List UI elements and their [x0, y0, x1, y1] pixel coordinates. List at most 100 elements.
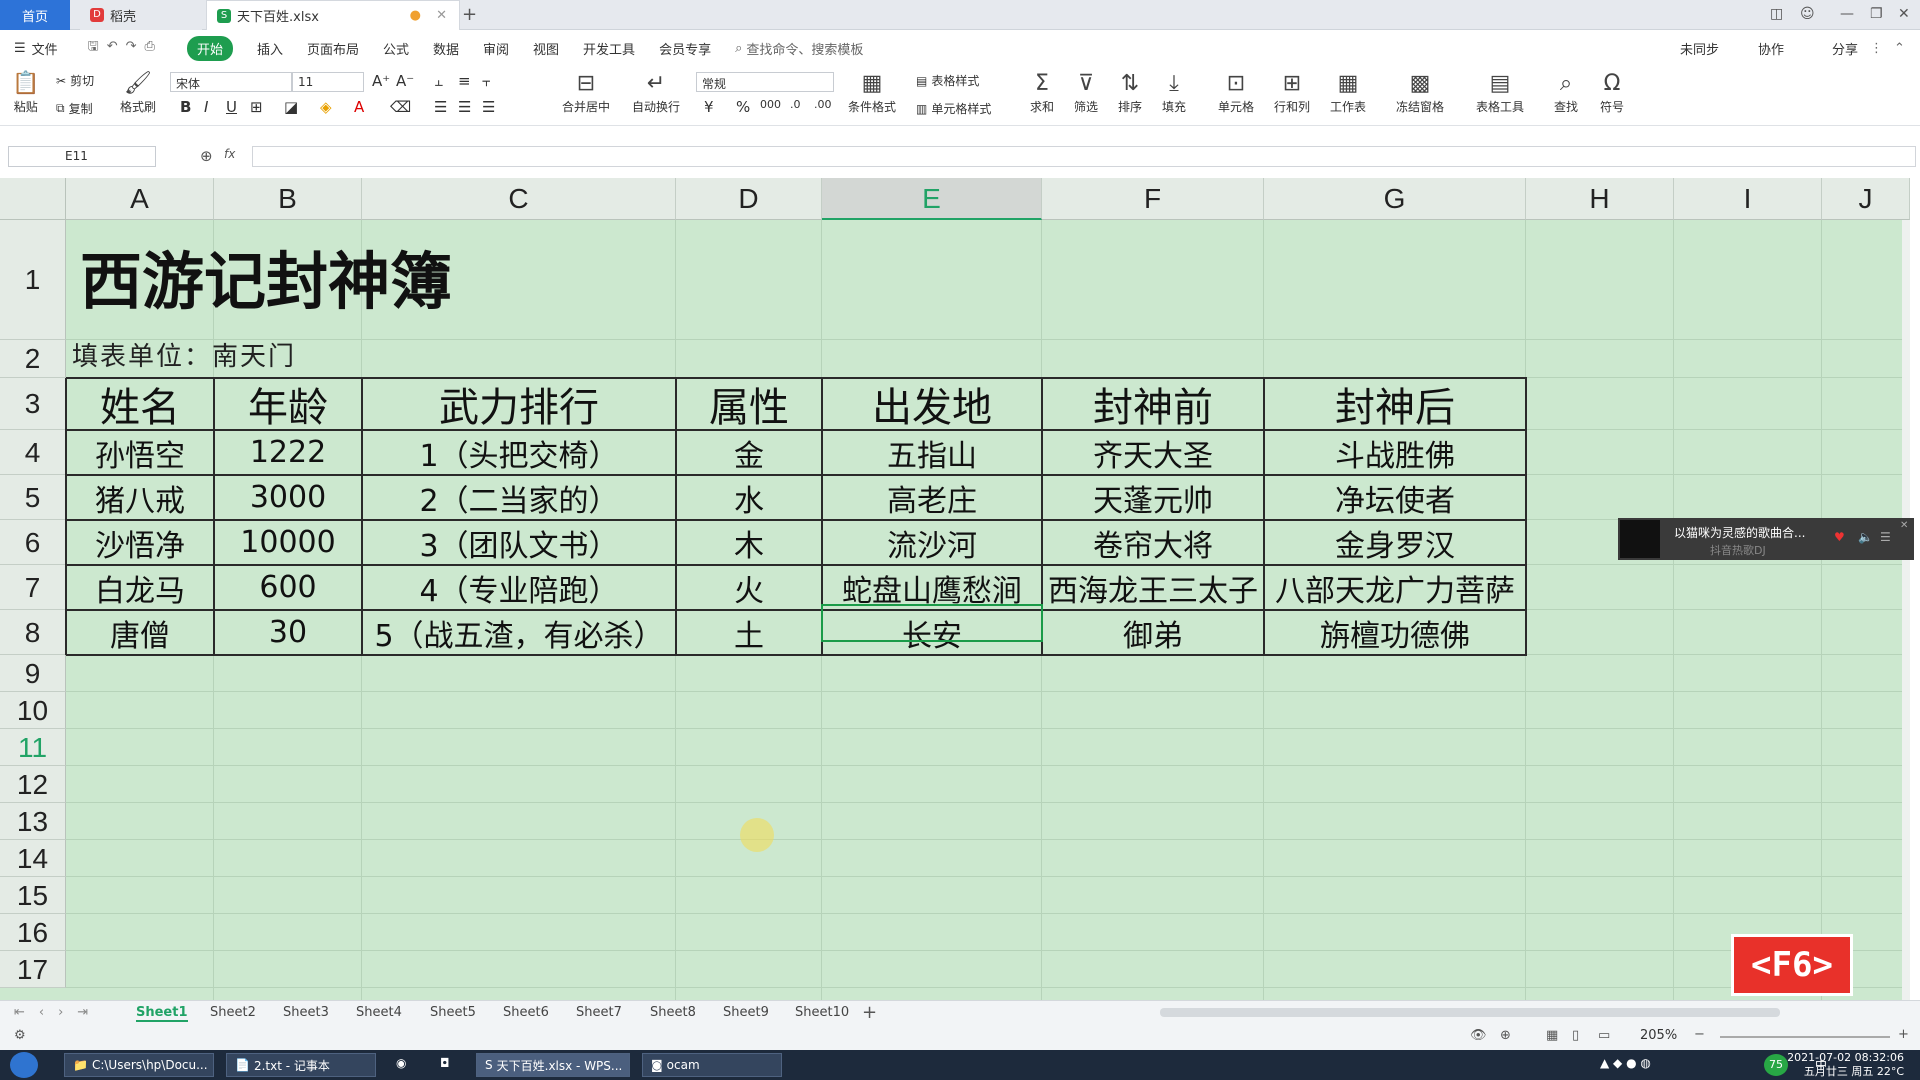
format-painter-button[interactable]: 🖌 格式刷: [120, 70, 156, 115]
thousands-icon[interactable]: 000: [760, 98, 781, 111]
menu-review[interactable]: 审阅: [483, 39, 509, 58]
cell-D5[interactable]: 水: [676, 475, 822, 520]
sort-button[interactable]: ⇅ 排序: [1118, 70, 1142, 115]
close-tab-icon[interactable]: ✕: [436, 8, 447, 23]
cell-D4[interactable]: 金: [676, 430, 822, 475]
cell-D7[interactable]: 火: [676, 565, 822, 610]
zoom-slider[interactable]: [1720, 1036, 1890, 1038]
menu-data[interactable]: 数据: [433, 39, 459, 58]
percent-icon[interactable]: %: [736, 98, 750, 116]
conditional-format-button[interactable]: ▦ 条件格式: [848, 70, 896, 115]
name-box[interactable]: E11: [8, 146, 156, 167]
taskbar-wps[interactable]: S 天下百姓.xlsx - WPS...: [476, 1053, 630, 1077]
cell-F4[interactable]: 齐天大圣: [1042, 430, 1264, 475]
wrap-text-button[interactable]: ↵ 自动换行: [632, 70, 680, 115]
column-header-F[interactable]: F: [1042, 178, 1264, 220]
sheet-tab-sheet3[interactable]: Sheet3: [283, 1005, 329, 1020]
fill-unit-label[interactable]: 填表单位：南天门: [72, 338, 296, 376]
currency-icon[interactable]: ¥: [704, 98, 714, 116]
row-header-8[interactable]: 8: [0, 610, 66, 655]
macro-icon[interactable]: ⚙: [14, 1028, 26, 1043]
share-button[interactable]: 分享: [1832, 39, 1858, 58]
book-view-icon[interactable]: ▭: [1598, 1028, 1610, 1043]
clear-icon[interactable]: ⌫: [390, 98, 411, 116]
menu-file[interactable]: 文件: [32, 39, 58, 58]
row-header-1[interactable]: 1: [0, 220, 66, 340]
cell-C5[interactable]: 2（二当家的）: [362, 475, 676, 520]
border-icon[interactable]: ⊞: [250, 98, 263, 116]
cell-A7[interactable]: 白龙马: [66, 565, 214, 610]
avatar[interactable]: ☺: [1800, 6, 1815, 22]
cell-B4[interactable]: 1222: [214, 430, 362, 475]
zoom-in-icon[interactable]: +: [1898, 1027, 1909, 1042]
column-header-C[interactable]: C: [362, 178, 676, 220]
row-header-16[interactable]: 16: [0, 914, 66, 951]
start-button[interactable]: [10, 1052, 38, 1078]
column-header-E[interactable]: E: [822, 178, 1042, 220]
cell-F3[interactable]: 封神前: [1042, 378, 1264, 431]
new-tab-button[interactable]: +: [462, 4, 477, 25]
cell-D6[interactable]: 木: [676, 520, 822, 565]
taskbar-explorer[interactable]: 📁 C:\Users\hp\Docu...: [64, 1053, 214, 1077]
cell-G4[interactable]: 斗战胜佛: [1264, 430, 1526, 475]
cell-C4[interactable]: 1（头把交椅）: [362, 430, 676, 475]
collab-button[interactable]: 协作: [1758, 39, 1784, 58]
menu-formula[interactable]: 公式: [383, 39, 409, 58]
grow-font-icon[interactable]: A⁺: [372, 72, 390, 90]
eye-protect-icon[interactable]: 👁: [1470, 1028, 1487, 1043]
command-search[interactable]: 查找命令、搜索模板: [746, 39, 863, 58]
cell-A3[interactable]: 姓名: [66, 378, 214, 431]
cut-button[interactable]: ✂ 剪切: [56, 72, 94, 89]
taskbar-notepad[interactable]: 📄 2.txt - 记事本: [226, 1053, 376, 1077]
row-header-7[interactable]: 7: [0, 565, 66, 610]
sheet-tab-sheet4[interactable]: Sheet4: [356, 1005, 402, 1020]
merge-center-button[interactable]: ⊟ 合并居中: [562, 70, 610, 115]
bold-icon[interactable]: B: [180, 98, 191, 116]
row-header-6[interactable]: 6: [0, 520, 66, 565]
menu-icon[interactable]: ☰: [14, 41, 26, 56]
cell-C3[interactable]: 武力排行: [362, 378, 676, 431]
cell-D8[interactable]: 土: [676, 610, 822, 655]
font-color-icon[interactable]: A: [354, 98, 364, 116]
cell-B3[interactable]: 年龄: [214, 378, 362, 431]
row-col-button[interactable]: ⊞ 行和列: [1274, 70, 1310, 115]
restore-icon[interactable]: ❐: [1870, 6, 1883, 22]
column-header-D[interactable]: D: [676, 178, 822, 220]
sum-button[interactable]: Σ 求和: [1030, 70, 1054, 115]
cell-F5[interactable]: 天蓬元帅: [1042, 475, 1264, 520]
font-size-select[interactable]: 11: [292, 72, 364, 92]
table-style-button[interactable]: ▤ 表格样式: [916, 72, 979, 89]
tab-file[interactable]: S 天下百姓.xlsx ✕ ●: [206, 0, 460, 30]
vertical-scrollbar[interactable]: [1902, 220, 1910, 1000]
more-icon[interactable]: ⋮: [1870, 41, 1883, 56]
filter-button[interactable]: ⊽ 筛选: [1074, 70, 1098, 115]
menu-developer[interactable]: 开发工具: [583, 39, 635, 58]
row-header-2[interactable]: 2: [0, 340, 66, 378]
close-popup-icon[interactable]: ✕: [1900, 520, 1908, 531]
sheet-tab-sheet2[interactable]: Sheet2: [210, 1005, 256, 1020]
sheet-title[interactable]: 西游记封神簿: [80, 222, 452, 342]
row-header-3[interactable]: 3: [0, 378, 66, 430]
italic-icon[interactable]: I: [204, 98, 208, 116]
shrink-font-icon[interactable]: A⁻: [396, 72, 414, 90]
row-header-9[interactable]: 9: [0, 655, 66, 692]
menu-member[interactable]: 会员专享: [659, 39, 711, 58]
menu-page-layout[interactable]: 页面布局: [307, 39, 359, 58]
app-icon[interactable]: ◘: [440, 1056, 450, 1070]
cell-G5[interactable]: 净坛使者: [1264, 475, 1526, 520]
cell-B6[interactable]: 10000: [214, 520, 362, 565]
column-header-J[interactable]: J: [1822, 178, 1910, 220]
sheet-tab-sheet1[interactable]: Sheet1: [136, 1005, 188, 1022]
sheet-tab-sheet5[interactable]: Sheet5: [430, 1005, 476, 1020]
zoom-level[interactable]: 205%: [1640, 1028, 1677, 1043]
cell-E6[interactable]: 流沙河: [822, 520, 1042, 565]
horizontal-scrollbar[interactable]: [1160, 1008, 1780, 1017]
collapse-ribbon-icon[interactable]: ⌃: [1894, 41, 1905, 56]
cell-C6[interactable]: 3（团队文书）: [362, 520, 676, 565]
cell-A6[interactable]: 沙悟净: [66, 520, 214, 565]
cell-G3[interactable]: 封神后: [1264, 378, 1526, 431]
paste-button[interactable]: 📋 粘贴: [12, 70, 39, 115]
quick-access-icons[interactable]: 🖫↶↷⎙: [88, 37, 163, 59]
cell-shade-icon[interactable]: ◪: [284, 98, 298, 116]
cell-G7[interactable]: 八部天龙广力菩萨: [1264, 565, 1526, 610]
